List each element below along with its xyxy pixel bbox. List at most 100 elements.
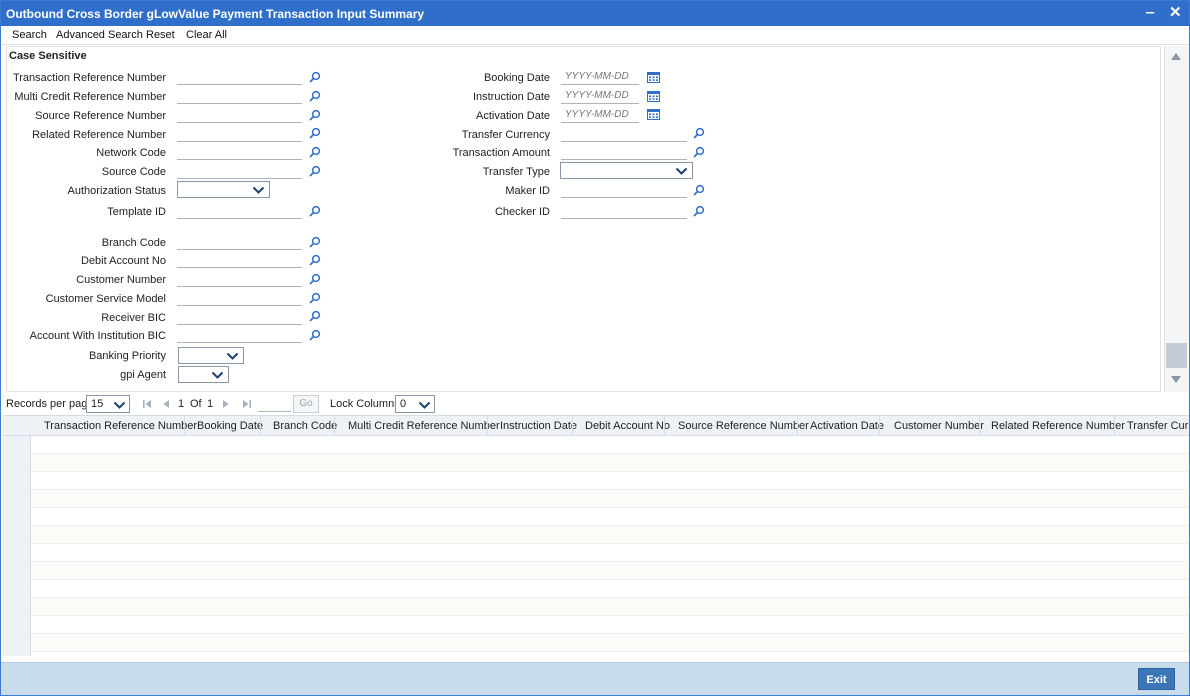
search-icon[interactable] (309, 109, 321, 121)
column-header[interactable]: Related Reference Number (991, 420, 1125, 432)
search-icon[interactable] (309, 165, 321, 177)
column-divider (979, 416, 980, 436)
scroll-up-icon[interactable] (1171, 53, 1181, 60)
activation-date-input[interactable] (561, 106, 639, 123)
search-icon[interactable] (693, 127, 705, 139)
pagination-bar: Records per page 15 1 Of 1 Go Lock Colum… (1, 394, 1189, 415)
column-header[interactable]: Source Reference Number (678, 420, 809, 432)
maker-id-label: Maker ID (505, 185, 550, 197)
search-icon[interactable] (309, 292, 321, 304)
close-icon[interactable]: ✕ (1169, 5, 1182, 21)
transaction-reference-number-input[interactable] (177, 68, 302, 85)
source-reference-number-input[interactable] (177, 106, 302, 123)
column-header[interactable]: Branch Code (273, 420, 337, 432)
column-header[interactable]: Multi Credit Reference Number (348, 420, 500, 432)
column-header[interactable]: Instruction Date (500, 420, 577, 432)
gpi-agent-select[interactable] (178, 366, 229, 383)
maker-id-input[interactable] (561, 181, 687, 198)
search-icon[interactable] (309, 329, 321, 341)
table-row[interactable] (31, 490, 1189, 508)
account-with-institution-bic-input[interactable] (177, 326, 302, 343)
customer-service-model-input[interactable] (177, 289, 302, 306)
related-reference-number-input[interactable] (177, 125, 302, 142)
authorization-status-select[interactable] (177, 181, 270, 198)
search-icon[interactable] (309, 236, 321, 248)
table-row[interactable] (31, 598, 1189, 616)
next-page-icon[interactable] (222, 399, 230, 409)
calendar-icon[interactable] (647, 91, 660, 102)
current-page-number: 1 (178, 398, 185, 410)
last-page-icon[interactable] (242, 399, 252, 409)
form-scrollbar[interactable] (1164, 46, 1188, 392)
network-code-input[interactable] (177, 143, 302, 160)
exit-button[interactable]: Exit (1138, 668, 1175, 690)
table-row[interactable] (31, 616, 1189, 634)
transfer-type-select[interactable] (560, 162, 693, 179)
search-icon[interactable] (309, 127, 321, 139)
template-id-input[interactable] (177, 202, 302, 219)
scroll-down-icon[interactable] (1171, 376, 1181, 383)
search-icon[interactable] (693, 205, 705, 217)
instruction-date-input[interactable] (561, 87, 639, 104)
column-header[interactable]: Transfer Cur (1127, 420, 1188, 432)
table-row[interactable] (31, 634, 1189, 652)
column-divider (879, 416, 880, 436)
column-header[interactable]: Booking Date (197, 420, 263, 432)
column-header[interactable]: Transaction Reference Number (44, 420, 197, 432)
debit-account-no-input[interactable] (177, 251, 302, 268)
table-row[interactable] (31, 562, 1189, 580)
table-row[interactable] (31, 580, 1189, 598)
search-icon[interactable] (693, 146, 705, 158)
table-row[interactable] (31, 472, 1189, 490)
booking-date-input[interactable] (561, 68, 639, 85)
column-header[interactable]: Activation Date (810, 420, 884, 432)
column-header[interactable]: Debit Account No (585, 420, 670, 432)
search-icon[interactable] (309, 254, 321, 266)
records-per-page-select[interactable]: 15 (86, 395, 130, 413)
chevron-down-icon (418, 401, 431, 409)
receiver-bic-label: Receiver BIC (101, 312, 166, 324)
minimize-icon[interactable]: ‒ (1146, 5, 1154, 21)
table-row[interactable] (31, 454, 1189, 472)
search-icon[interactable] (309, 310, 321, 322)
footer-bar: Exit (1, 662, 1189, 695)
receiver-bic-input[interactable] (177, 308, 302, 325)
column-divider (1114, 416, 1115, 436)
column-header[interactable]: Customer Number (894, 420, 984, 432)
search-icon[interactable] (309, 146, 321, 158)
first-page-icon[interactable] (142, 399, 152, 409)
previous-page-icon[interactable] (162, 399, 170, 409)
source-code-input[interactable] (177, 162, 302, 179)
calendar-icon[interactable] (647, 109, 660, 120)
checker-id-input[interactable] (561, 202, 687, 219)
customer-number-label: Customer Number (76, 274, 166, 286)
search-icon[interactable] (309, 205, 321, 217)
search-icon[interactable] (309, 90, 321, 102)
search-icon[interactable] (309, 273, 321, 285)
calendar-icon[interactable] (647, 72, 660, 83)
banking-priority-select[interactable] (178, 347, 244, 364)
search-icon[interactable] (693, 184, 705, 196)
branch-code-label: Branch Code (101, 237, 166, 249)
clear-all-menu-item[interactable]: Clear All (186, 29, 227, 41)
go-to-page-input[interactable] (258, 396, 291, 412)
multi-credit-reference-number-input[interactable] (177, 87, 302, 104)
table-row[interactable] (31, 526, 1189, 544)
branch-code-input[interactable] (177, 233, 302, 250)
reset-menu-item[interactable]: Reset (146, 29, 175, 41)
table-row[interactable] (31, 544, 1189, 562)
go-button[interactable]: Go (293, 395, 319, 413)
table-row[interactable] (31, 436, 1189, 454)
booking-date-label: Booking Date (483, 72, 550, 84)
chevron-down-icon (211, 371, 224, 379)
transaction-amount-input[interactable] (561, 143, 687, 160)
transfer-currency-input[interactable] (561, 125, 687, 142)
table-row[interactable] (31, 508, 1189, 526)
lock-columns-select[interactable]: 0 (395, 395, 435, 413)
search-menu-item[interactable]: Search (12, 29, 47, 41)
search-icon[interactable] (309, 71, 321, 83)
chevron-down-icon (226, 352, 239, 360)
scroll-thumb[interactable] (1166, 343, 1187, 368)
advanced-search-menu-item[interactable]: Advanced Search (56, 29, 143, 41)
customer-number-input[interactable] (177, 270, 302, 287)
